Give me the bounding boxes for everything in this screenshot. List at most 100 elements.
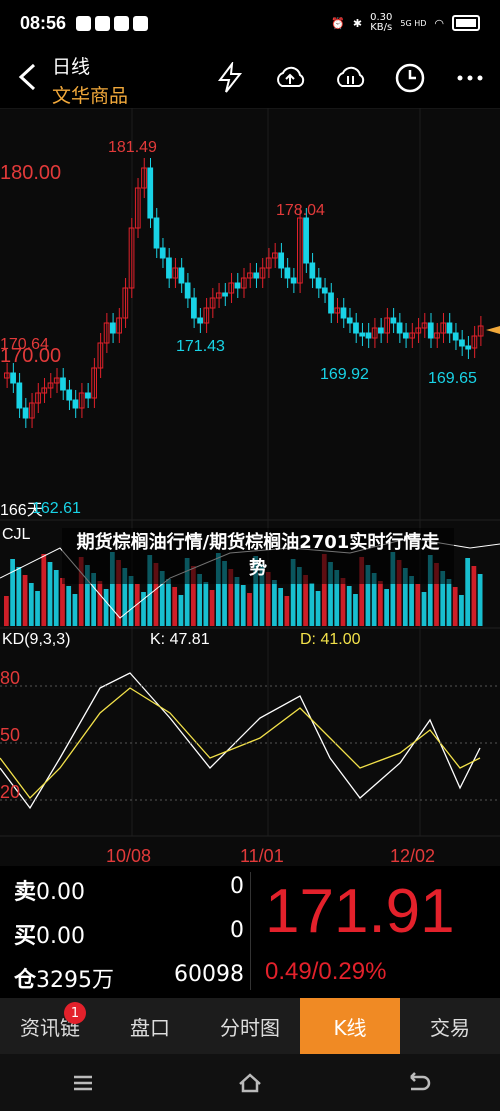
volume-bar (53, 570, 59, 626)
candle-body (16, 382, 23, 409)
low-annotation: 171.43 (176, 338, 225, 355)
volume-bar (340, 578, 346, 626)
tab-trade[interactable]: 交易 (400, 998, 500, 1054)
volume-bar (47, 562, 53, 626)
back-arrow-icon[interactable] (14, 62, 44, 92)
high-annotation: 181.49 (108, 139, 157, 156)
volume-bar (477, 574, 483, 626)
x-tick: 11/01 (240, 846, 284, 866)
more-icon[interactable] (454, 62, 486, 94)
last-price: 171.91 (265, 877, 455, 946)
system-nav-bar (0, 1054, 500, 1111)
candle-body (60, 377, 66, 391)
candle-body (452, 332, 459, 341)
candle-body (446, 322, 453, 334)
volume-bar (166, 579, 171, 626)
candle-body (390, 317, 397, 324)
candle-body (72, 399, 79, 409)
candle-body (321, 287, 328, 294)
header: 日线 文华商品 (0, 46, 500, 108)
volume-bar (172, 587, 178, 626)
cloud-sync-icon[interactable] (334, 62, 366, 94)
volume-bar (234, 577, 240, 626)
alarm-icon: ⏰ (331, 16, 345, 30)
wifi-icon: ◠ (434, 16, 444, 30)
candle-body (353, 322, 359, 334)
low-annotation: 169.65 (428, 370, 477, 387)
kd-tick: 50 (0, 725, 21, 745)
tab-news[interactable]: 资讯链 1 (0, 998, 100, 1054)
candle-body (234, 282, 241, 289)
position-row: 仓3295万 60098 (14, 962, 244, 993)
quote-panel: 卖0.00 0 买0.00 0 仓3295万 60098 171.91 0.49… (0, 866, 500, 996)
tab-order-book[interactable]: 盘口 (100, 998, 200, 1054)
candle-body (66, 389, 73, 401)
candle-body (153, 217, 160, 249)
lightning-icon[interactable] (214, 62, 246, 94)
volume-bar (28, 583, 34, 626)
candle-body (10, 372, 16, 384)
buy-row: 买0.00 0 (14, 918, 244, 949)
candle-body (85, 392, 91, 399)
candle-body (340, 307, 347, 319)
candle-body (253, 272, 260, 279)
high-annotation: 178.04 (276, 202, 325, 219)
kline-svg[interactable] (0, 107, 500, 868)
kd-tick: 20 (0, 782, 21, 802)
volume-bar (103, 589, 109, 626)
cloud-upload-icon[interactable] (274, 62, 306, 94)
status-time: 08:56 (20, 12, 67, 33)
tab-timeshare[interactable]: 分时图 (200, 998, 300, 1054)
volume-bar (247, 593, 252, 626)
volume-bar (60, 578, 65, 626)
volume-bar (459, 595, 464, 626)
low-annotation: 169.92 (320, 366, 369, 383)
volume-bar (178, 595, 184, 626)
candle-body (284, 267, 291, 279)
volume-bar (209, 590, 215, 626)
menu-icon[interactable] (68, 1068, 98, 1098)
volume-bar (421, 592, 427, 626)
volume-legend: 期货棕榈油行情/期货棕榈油2701实时行情走势 (62, 528, 454, 584)
candle-body (365, 332, 372, 339)
sell-row: 卖0.00 0 (14, 874, 244, 905)
kd-tick: 80 (0, 668, 21, 688)
candle-body (459, 339, 465, 347)
volume-bar (4, 596, 9, 626)
volume-bar (272, 580, 277, 626)
candle-body (402, 332, 409, 339)
k-value: K: 47.81 (150, 631, 210, 648)
volume-bar (97, 581, 103, 626)
candle-body (290, 277, 297, 284)
clock-icon[interactable] (394, 62, 426, 94)
candle-body (378, 327, 384, 334)
volume-bar (41, 554, 47, 626)
volume-bar (465, 558, 471, 626)
x-tick: 10/08 (106, 846, 152, 866)
candle-body (109, 322, 116, 334)
home-icon[interactable] (235, 1068, 265, 1098)
volume-bar (452, 587, 458, 626)
candle-body (309, 262, 316, 279)
bottom-tabs: 资讯链 1 盘口 分时图 K线 交易 (0, 998, 500, 1054)
network-speed: 0.30 KB/s (370, 12, 393, 33)
page-title: 日线 (52, 56, 91, 78)
volume-bar (346, 586, 352, 626)
notification-badge: 1 (64, 1002, 86, 1024)
candle-body (328, 292, 334, 314)
volume-bar (384, 589, 389, 626)
candle-body (197, 317, 203, 324)
status-bar: 08:56 ⏰ ✱ 0.30 KB/s 5G HD ◠ (0, 0, 500, 46)
volume-bar (141, 592, 146, 626)
price-change: 0.49/0.29% (265, 958, 387, 985)
tab-kline[interactable]: K线 (300, 998, 400, 1054)
volume-bar (284, 596, 290, 626)
volume-bar (278, 588, 284, 626)
candle-body (222, 292, 228, 297)
low-annotation: 162.61 (32, 500, 81, 517)
volume-bar (309, 583, 315, 626)
candle-body (346, 317, 353, 324)
volume-bar (66, 586, 72, 626)
back-icon[interactable] (402, 1068, 432, 1098)
kline-chart[interactable]: 180.00 170.64 170.00 166天 162.61 181.49 … (0, 107, 500, 868)
